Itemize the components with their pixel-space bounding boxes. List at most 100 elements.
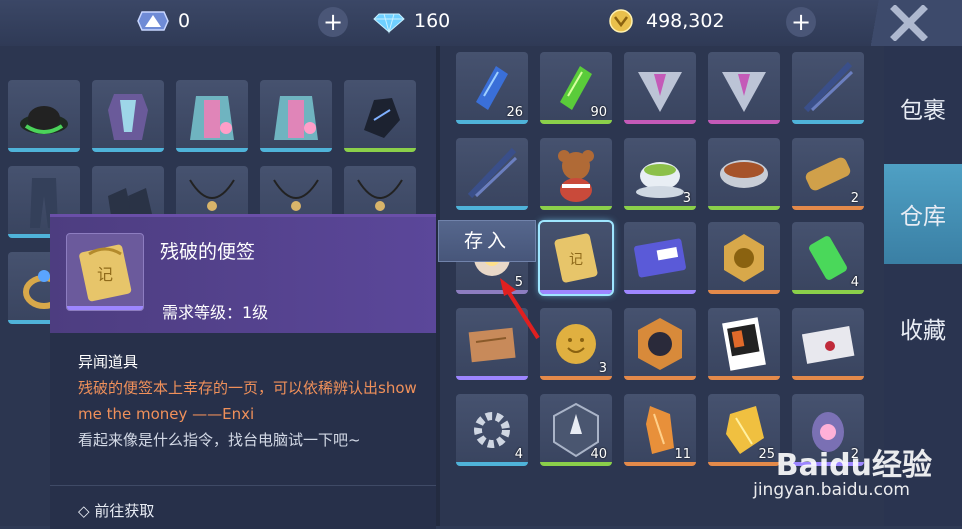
warehouse-slot[interactable]: 11 <box>624 394 696 466</box>
rarity-bar <box>456 376 528 380</box>
equipment-slot[interactable] <box>260 80 332 152</box>
warehouse-slot[interactable]: 90 <box>540 52 612 124</box>
rarity-bar <box>456 120 528 124</box>
glove-icon <box>364 98 400 138</box>
teddy-bear-icon <box>558 150 594 202</box>
item-count: 3 <box>682 191 691 206</box>
hat-icon <box>20 106 68 134</box>
warehouse-slot[interactable]: 4 <box>792 222 864 294</box>
tab-warehouse[interactable]: 仓库 <box>884 164 962 264</box>
rarity-bar <box>260 148 332 152</box>
triangle-token-icon <box>137 11 169 31</box>
warehouse-slot[interactable] <box>792 308 864 380</box>
warehouse-slot[interactable] <box>540 138 612 210</box>
gold-hexagon-icon <box>724 234 764 282</box>
rarity-bar <box>708 120 780 124</box>
rarity-bar <box>8 148 80 152</box>
equipment-slot[interactable] <box>344 80 416 152</box>
warehouse-slot[interactable] <box>456 138 528 210</box>
item-count: 3 <box>598 361 607 376</box>
close-button[interactable] <box>856 0 962 46</box>
rarity-bar <box>792 290 864 294</box>
source-link[interactable]: ◇ 前往获取 <box>78 500 154 521</box>
equipment-slot[interactable] <box>92 80 164 152</box>
item-count: 2 <box>850 191 859 206</box>
rarity-bar <box>176 148 248 152</box>
rarity-bar <box>540 462 612 466</box>
warehouse-slot[interactable] <box>792 52 864 124</box>
rarity-bar <box>792 376 864 380</box>
item-count: 25 <box>758 447 775 462</box>
currency-gold-value: 498,302 <box>646 10 725 32</box>
rarity-bar <box>624 376 696 380</box>
warehouse-slot[interactable] <box>624 52 696 124</box>
tooltip-item-icon: 记 <box>66 233 144 311</box>
add-gold-button[interactable]: + <box>786 7 816 37</box>
currency-diamond-value: 160 <box>414 10 451 32</box>
note-icon: 记 <box>79 244 132 302</box>
warehouse-slot[interactable] <box>624 308 696 380</box>
badge-icon <box>638 318 682 370</box>
rarity-bar <box>540 376 612 380</box>
rarity-bar <box>456 206 528 210</box>
warehouse-slot[interactable]: 2 <box>792 138 864 210</box>
warehouse-slot[interactable]: 25 <box>708 394 780 466</box>
currency-diamond: 160 <box>372 6 450 36</box>
emblem-icon <box>638 72 682 112</box>
rarity-bar <box>540 206 612 210</box>
deposit-button[interactable]: 存入 <box>438 220 536 262</box>
warehouse-slot[interactable] <box>708 52 780 124</box>
tab-favorites[interactable]: 收藏 <box>884 278 962 378</box>
equipment-slot[interactable] <box>176 80 248 152</box>
warehouse-slot[interactable] <box>708 308 780 380</box>
envelope-icon <box>801 326 855 364</box>
warehouse-slot[interactable] <box>456 308 528 380</box>
rarity-bar <box>344 148 416 152</box>
warehouse-slot[interactable]: 记 <box>538 220 614 296</box>
rarity-bar <box>456 462 528 466</box>
rarity-bar <box>708 462 780 466</box>
tooltip-description: 看起来像是什么指令，找台电脑试一下吧~ <box>78 431 361 449</box>
tooltip-header: 记 残破的便签 需求等级：1级 <box>50 217 436 333</box>
tab-bag[interactable]: 包裹 <box>884 58 962 158</box>
rarity-bar <box>792 206 864 210</box>
map-icon <box>468 327 516 363</box>
tooltip-required-level: 需求等级：1级 <box>162 303 269 322</box>
tooltip-footer: ◇ 前往获取 <box>50 485 436 520</box>
item-count: 26 <box>506 105 523 120</box>
rarity-bar <box>540 120 612 124</box>
rarity-bar <box>708 206 780 210</box>
tooltip-body: 异闻道具 残破的便签本上幸存的一页，可以依稀辨认出show me the mon… <box>78 349 418 453</box>
rarity-bar <box>624 206 696 210</box>
warehouse-slot[interactable] <box>708 138 780 210</box>
warehouse-slot[interactable]: 40 <box>540 394 612 466</box>
close-icon <box>890 4 928 42</box>
equipment-slot[interactable] <box>8 80 80 152</box>
currency-token: 0 <box>136 6 190 36</box>
rarity-bar <box>624 120 696 124</box>
item-count: 40 <box>590 447 607 462</box>
rarity-bar <box>456 290 528 294</box>
item-count: 5 <box>514 275 523 290</box>
add-token-button[interactable]: + <box>318 7 348 37</box>
rarity-bar <box>708 290 780 294</box>
tooltip-item-type: 异闻道具 <box>78 353 139 371</box>
warehouse-slot[interactable] <box>708 222 780 294</box>
warehouse-slot[interactable]: 26 <box>456 52 528 124</box>
watermark-url: jingyan.baidu.com <box>753 480 910 500</box>
item-count: 90 <box>590 105 607 120</box>
warehouse-slot[interactable]: 3 <box>624 138 696 210</box>
svg-text:记: 记 <box>569 252 583 268</box>
rarity-bar <box>792 120 864 124</box>
emblem-icon <box>722 72 766 112</box>
warehouse-slot[interactable]: 4 <box>456 394 528 466</box>
item-count: 4 <box>850 275 859 290</box>
warehouse-slot[interactable] <box>624 222 696 294</box>
note-icon: 记 <box>554 233 598 283</box>
poster-icon <box>722 317 766 371</box>
source-link-label: 前往获取 <box>94 502 155 520</box>
warehouse-slot[interactable]: 3 <box>540 308 612 380</box>
item-count: 11 <box>674 447 691 462</box>
blade-icon <box>803 61 854 113</box>
currency-gold: 498,302 <box>604 6 725 36</box>
